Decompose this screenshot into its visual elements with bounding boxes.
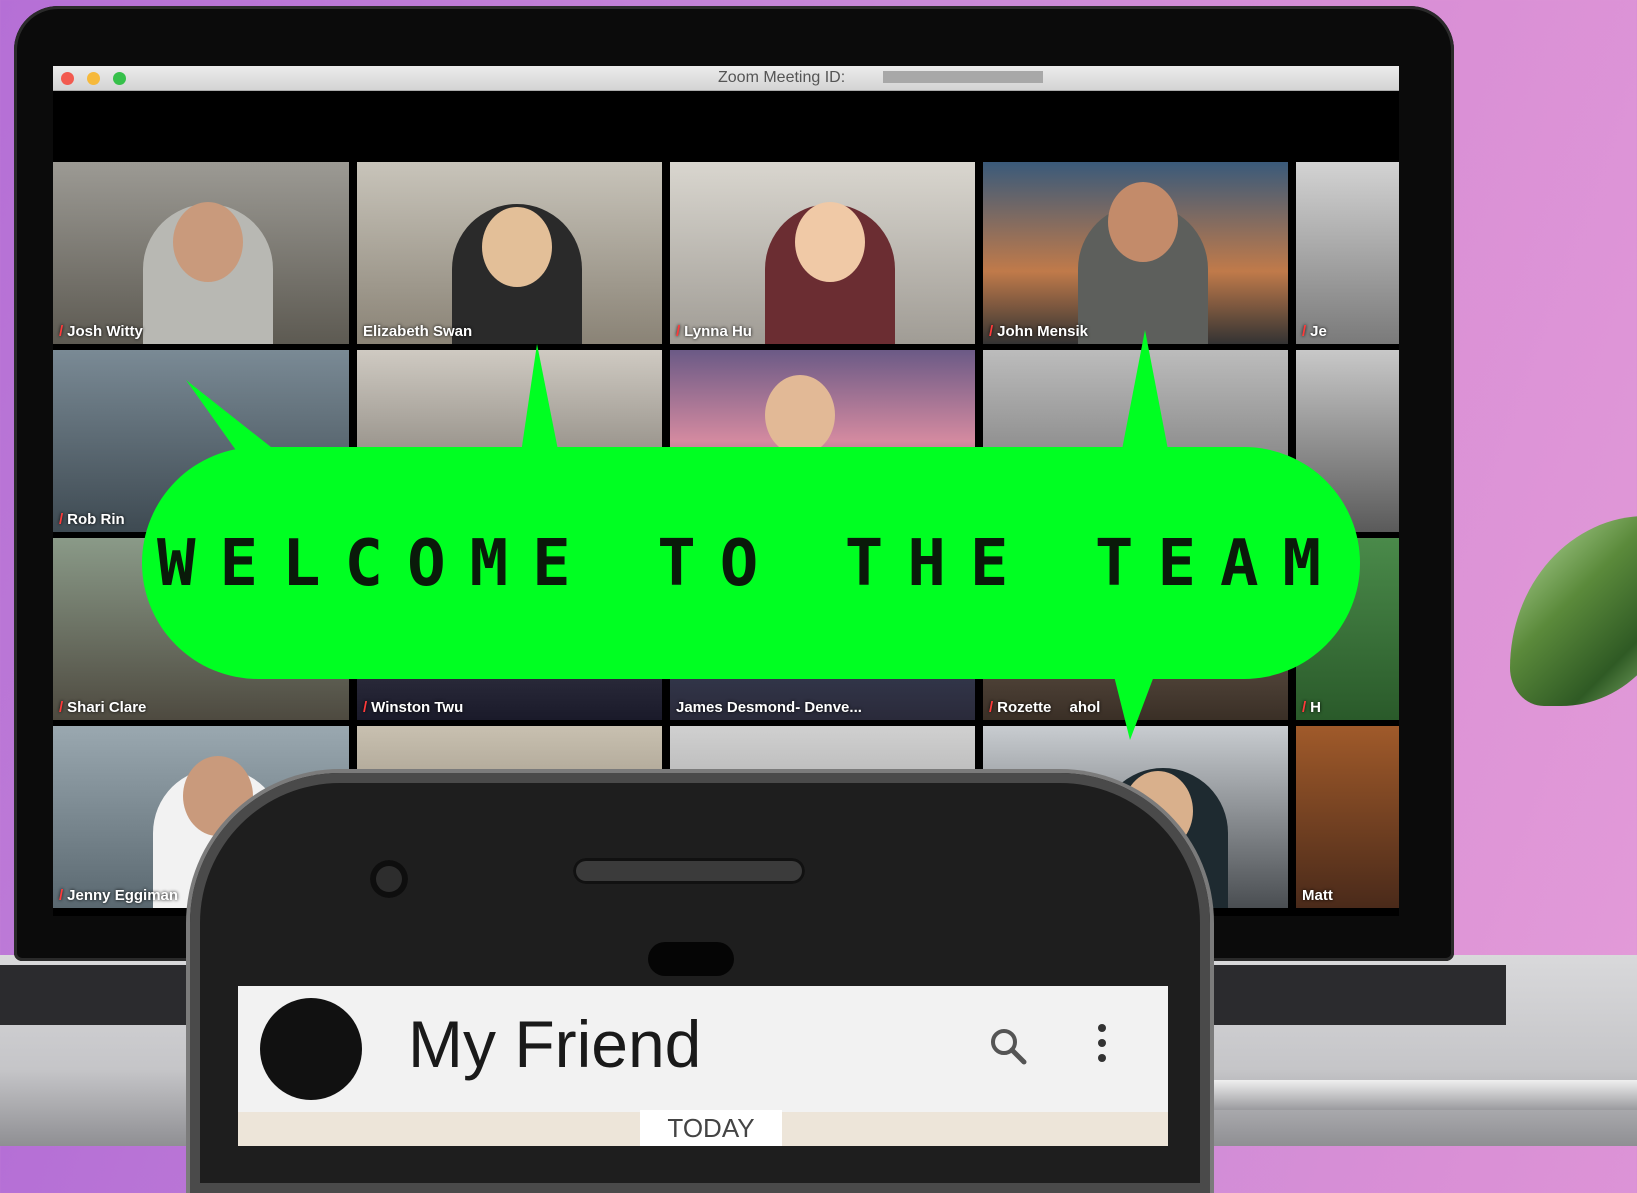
chat-header: My Friend [238,986,1168,1112]
front-camera-icon [370,860,408,898]
welcome-text: WELCOME TO THE TEAM [156,527,1346,601]
avatar[interactable] [260,998,362,1100]
phone-speaker [573,858,805,884]
search-icon[interactable] [988,1026,1028,1066]
speech-bubble: WELCOME TO THE TEAM [142,447,1360,679]
date-divider: TODAY [640,1110,782,1146]
phone-sensor [648,942,734,976]
contact-name[interactable]: My Friend [408,1006,701,1082]
more-vert-icon[interactable] [1096,1024,1108,1072]
